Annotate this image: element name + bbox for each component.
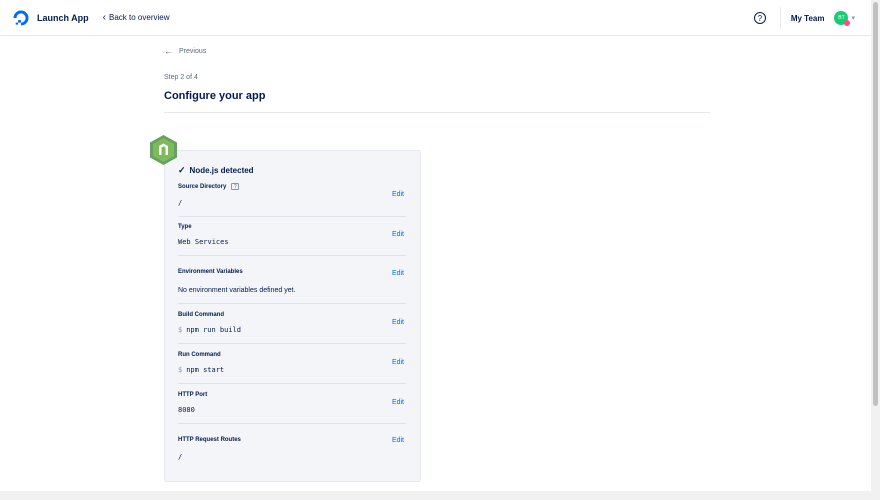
digitalocean-logo-icon — [13, 10, 29, 25]
source-directory-value: / — [178, 199, 183, 207]
http-request-routes-value: / — [178, 453, 183, 461]
detection-status: ✓ Node.js detected — [178, 165, 254, 176]
scrollbar-thumb[interactable] — [873, 2, 878, 406]
edit-http-port-button[interactable]: Edit — [392, 399, 404, 406]
horizontal-scrollbar[interactable] — [0, 491, 871, 500]
arrow-left-icon: ← — [164, 46, 173, 56]
row-http-request-routes: HTTP Request Routes / Edit — [178, 437, 406, 469]
prompt-symbol: $ — [178, 326, 183, 334]
run-command-label: Run Command — [178, 352, 221, 358]
page-title: Configure your app — [164, 90, 266, 102]
previous-link[interactable]: ← Previous — [164, 46, 206, 56]
chevron-down-icon[interactable]: ▾ — [851, 14, 855, 22]
edit-run-command-button[interactable]: Edit — [392, 359, 404, 366]
app-title: Launch App — [37, 12, 89, 23]
http-request-routes-label: HTTP Request Routes — [178, 437, 241, 443]
edit-build-command-button[interactable]: Edit — [392, 319, 404, 326]
logo[interactable]: Launch App — [13, 10, 89, 26]
avatar[interactable]: BT — [834, 11, 851, 26]
previous-label: Previous — [179, 47, 207, 55]
edit-type-button[interactable]: Edit — [392, 231, 404, 238]
chevron-left-icon: ‹ — [102, 11, 107, 23]
team-name[interactable]: My Team — [791, 14, 825, 23]
build-command-label: Build Command — [178, 312, 224, 318]
type-label: Type — [178, 224, 192, 230]
environment-variables-value: No environment variables defined yet. — [178, 287, 296, 294]
edit-source-directory-button[interactable]: Edit — [392, 191, 404, 198]
edit-http-request-routes-button[interactable]: Edit — [392, 437, 404, 444]
config-card: ✓ Node.js detected Source Directory ? / … — [164, 150, 421, 482]
detected-label: Node.js detected — [189, 166, 254, 175]
back-to-overview-label: Back to overview — [109, 13, 170, 22]
row-type: Type Web Services Edit — [178, 224, 406, 256]
http-port-value: 8080 — [178, 406, 195, 414]
row-http-port: HTTP Port 8080 Edit — [178, 392, 406, 424]
row-environment-variables: Environment Variables No environment var… — [178, 269, 406, 304]
environment-variables-label: Environment Variables — [178, 269, 243, 275]
prompt-symbol: $ — [178, 366, 183, 374]
build-command-value: npm run build — [186, 326, 242, 334]
check-icon: ✓ — [178, 165, 186, 175]
row-build-command: Build Command $ npm run build Edit — [178, 312, 406, 344]
back-to-overview-link[interactable]: ‹ Back to overview — [102, 11, 170, 23]
status-dot — [844, 20, 851, 26]
divider — [779, 7, 781, 29]
run-command-value: npm start — [186, 366, 225, 374]
http-port-label: HTTP Port — [178, 392, 208, 398]
help-question-icon[interactable]: ? — [231, 183, 240, 190]
help-icon[interactable]: ? — [753, 12, 766, 24]
step-indicator: Step 2 of 4 — [164, 74, 198, 81]
top-bar: Launch App ‹ Back to overview ? My Team … — [0, 0, 871, 36]
vertical-scrollbar[interactable] — [871, 0, 880, 500]
row-source-directory: Source Directory ? / Edit — [178, 183, 406, 217]
nodejs-icon — [150, 135, 177, 165]
row-run-command: Run Command $ npm start Edit — [178, 352, 406, 384]
edit-environment-variables-button[interactable]: Edit — [392, 270, 404, 277]
source-directory-label: Source Directory — [178, 183, 227, 190]
title-divider — [164, 112, 710, 113]
type-value: Web Services — [178, 238, 229, 246]
